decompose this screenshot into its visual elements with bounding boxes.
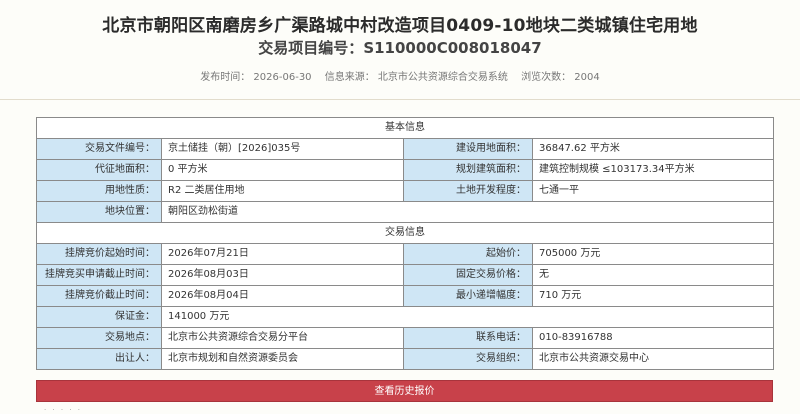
info-table: 基本信息 交易文件编号： 京土储挂（朝）[2026]035号 建设用地面积： 3… [36,117,774,370]
venue-label: 交易地点： [36,327,162,349]
view-count: 浏览次数： 2004 [521,72,600,83]
location-value: 朝阳区劲松街道 [161,201,774,223]
min-increment-label: 最小递增幅度： [403,285,533,307]
table-row: 出让人： 北京市规划和自然资源委员会 交易组织： 北京市公共资源交易中心 [36,348,774,370]
list-start-value: 2026年07月21日 [161,243,404,265]
section-row-basic: 基本信息 [36,117,774,139]
build-area-label: 规划建筑面积： [403,159,533,181]
info-source: 信息来源： 北京市公共资源综合交易系统 [324,72,508,83]
usage-label: 用地性质： [36,180,162,202]
seller-value: 北京市规划和自然资源委员会 [161,348,404,370]
table-row: 挂牌竞价截止时间： 2026年08月04日 最小递增幅度： 710 万元 [36,285,774,307]
project-number-label: 交易项目编号： [258,39,364,57]
organizer-label: 交易组织： [403,348,533,370]
table-row: 代征地面积： 0 平方米 规划建筑面积： 建筑控制规模 ≤103173.34平方… [36,159,774,181]
venue-value: 北京市公共资源综合交易分平台 [161,327,404,349]
table-row: 交易地点： 北京市公共资源综合交易分平台 联系电话： 010-83916788 [36,327,774,349]
min-increment-value: 710 万元 [532,285,774,307]
deposit-value: 141000 万元 [161,306,774,328]
doc-no-label: 交易文件编号： [36,138,162,160]
table-row: 挂牌竞买申请截止时间： 2026年08月03日 固定交易价格： 无 [36,264,774,286]
doc-no-value: 京土储挂（朝）[2026]035号 [161,138,404,160]
table-row: 交易文件编号： 京土储挂（朝）[2026]035号 建设用地面积： 36847.… [36,138,774,160]
table-row: 保证金： 141000 万元 [36,306,774,328]
meta-info: 发布时间： 2026-06-30 信息来源： 北京市公共资源综合交易系统 浏览次… [0,71,800,85]
header-divider [0,99,800,100]
levy-area-label: 代征地面积： [36,159,162,181]
fixed-price-label: 固定交易价格： [403,264,533,286]
project-number-value: S110000C008018047 [363,39,542,57]
fixed-price-value: 无 [532,264,774,286]
land-area-value: 36847.62 平方米 [532,138,774,160]
apply-end-label: 挂牌竞买申请截止时间： [36,264,162,286]
build-area-value: 建筑控制规模 ≤103173.34平方米 [532,159,774,181]
land-area-label: 建设用地面积： [403,138,533,160]
dev-level-value: 七通一平 [532,180,774,202]
table-row: 用地性质： R2 二类居住用地 土地开发程度： 七通一平 [36,180,774,202]
project-number: 交易项目编号：S110000C008018047 [0,37,800,59]
deposit-label: 保证金： [36,306,162,328]
start-price-label: 起始价： [403,243,533,265]
apply-end-value: 2026年08月03日 [161,264,404,286]
section-title-basic: 基本信息 [36,117,774,139]
phone-value: 010-83916788 [532,327,774,349]
view-history-bids-button[interactable]: 查看历史报价 [36,380,773,402]
list-end-label: 挂牌竞价截止时间： [36,285,162,307]
usage-value: R2 二类居住用地 [161,180,404,202]
page-title: 北京市朝阳区南磨房乡广渠路城中村改造项目0409-10地块二类城镇住宅用地 [102,16,698,36]
organizer-value: 北京市公共资源交易中心 [532,348,774,370]
table-row: 挂牌竞价起始时间： 2026年07月21日 起始价： 705000 万元 [36,243,774,265]
phone-label: 联系电话： [403,327,533,349]
dev-level-label: 土地开发程度： [403,180,533,202]
list-end-value: 2026年08月04日 [161,285,404,307]
seller-label: 出让人： [36,348,162,370]
start-price-value: 705000 万元 [532,243,774,265]
list-start-label: 挂牌竞价起始时间： [36,243,162,265]
section-title-trade: 交易信息 [36,222,774,244]
location-label: 地块位置： [36,201,162,223]
table-row: 地块位置： 朝阳区劲松街道 [36,201,774,223]
levy-area-value: 0 平方米 [161,159,404,181]
more-content-indicator: · · · · · [44,406,83,414]
section-row-trade: 交易信息 [36,222,774,244]
publish-time: 发布时间： 2026-06-30 [200,72,312,83]
